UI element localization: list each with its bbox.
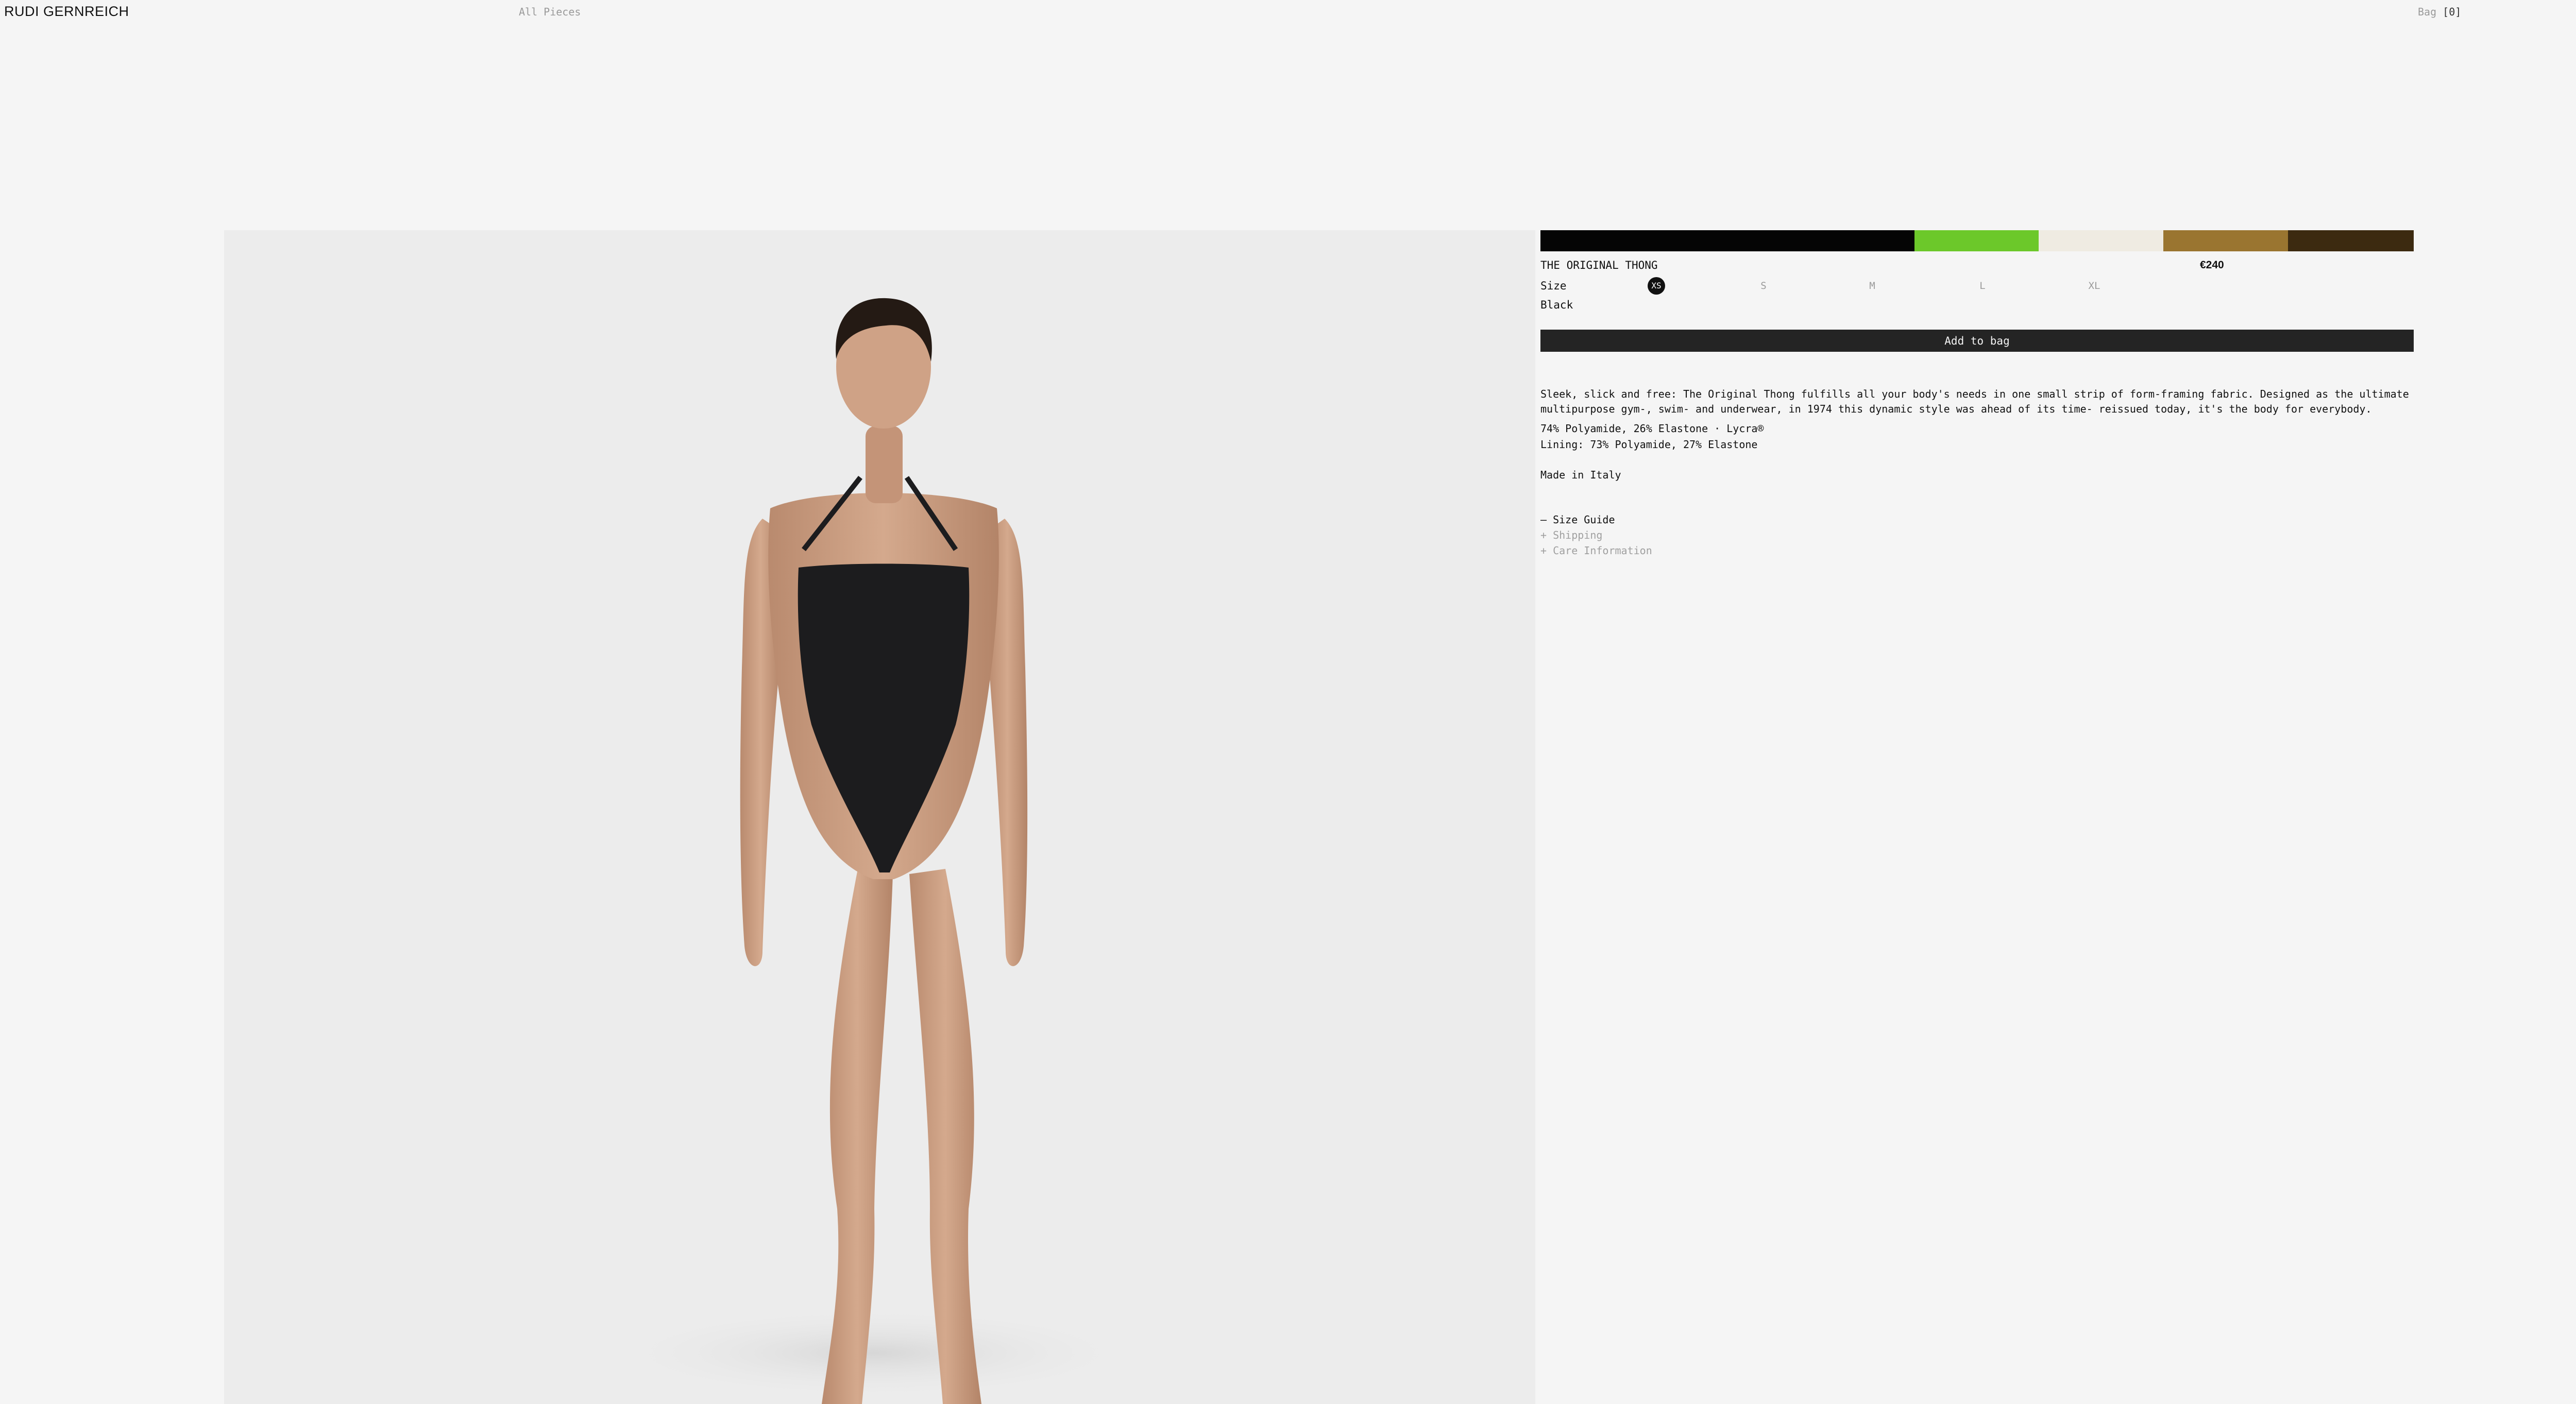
product-title: THE ORIGINAL THONG xyxy=(1540,259,1658,271)
site-header: RUDI GERNREICH All Pieces Bag [0] xyxy=(0,0,2576,25)
size-option-s[interactable]: S xyxy=(1755,277,1772,295)
size-option-l[interactable]: L xyxy=(1974,277,1991,295)
size-label: Size xyxy=(1540,280,1567,292)
accordion-shipping[interactable]: + Shipping xyxy=(1540,527,2414,543)
brand-logo[interactable]: RUDI GERNREICH xyxy=(4,3,129,20)
swatch-brown[interactable] xyxy=(2288,230,2414,251)
swatch-tan[interactable] xyxy=(2163,230,2288,251)
bag-link[interactable]: Bag [0] xyxy=(2418,5,2461,19)
product-image[interactable] xyxy=(224,230,1535,1404)
accordion-size-guide[interactable]: – Size Guide xyxy=(1540,512,2414,527)
swatch-green[interactable] xyxy=(1914,230,2039,251)
swatch-black[interactable] xyxy=(1540,230,1914,251)
title-row: THE ORIGINAL THONG €240 xyxy=(1540,256,2414,274)
size-option-xs[interactable]: XS xyxy=(1648,277,1665,295)
size-selector: Size XS S M L XL xyxy=(1540,276,2414,296)
product-description: Sleek, slick and free: The Original Thon… xyxy=(1540,388,2409,415)
info-accordion: – Size Guide + Shipping + Care Information xyxy=(1540,512,2414,558)
add-to-bag-button[interactable]: Add to bag xyxy=(1540,330,2414,352)
nav-all-pieces-link[interactable]: All Pieces xyxy=(519,5,581,19)
product-info-panel: THE ORIGINAL THONG €240 Size XS S M L XL Bla… xyxy=(1540,230,2414,558)
selected-color-name: Black xyxy=(1540,299,1573,311)
color-swatches xyxy=(1540,230,2414,251)
bag-label: Bag xyxy=(2418,6,2437,18)
lining-text: Lining: 73% Polyamide, 27% Elastone xyxy=(1540,438,1758,451)
size-option-xl[interactable]: XL xyxy=(2086,277,2103,295)
model-figure-illustration xyxy=(605,298,1141,1404)
product-price: €240 xyxy=(2200,259,2224,271)
swatch-cream[interactable] xyxy=(2039,230,2163,251)
composition-text: 74% Polyamide, 26% Elastone · Lycra® xyxy=(1540,422,1764,435)
made-in-text: Made in Italy xyxy=(1540,469,1621,481)
size-option-m[interactable]: M xyxy=(1863,277,1881,295)
accordion-care-information[interactable]: + Care Information xyxy=(1540,543,2414,558)
bag-count: [0] xyxy=(2443,6,2462,18)
